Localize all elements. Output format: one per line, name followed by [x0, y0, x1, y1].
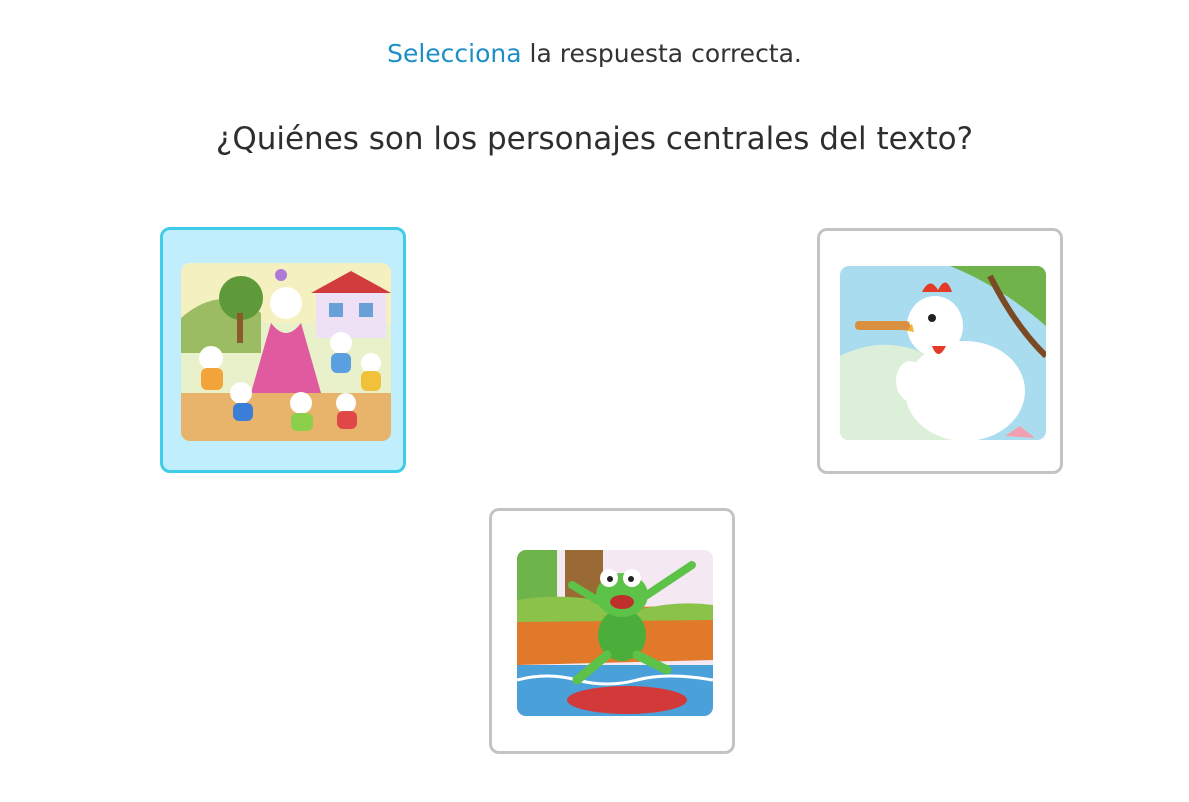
goats-illustration: [181, 263, 391, 441]
hen-illustration: [840, 266, 1046, 440]
question-title: ¿Quiénes son los personajes centrales de…: [215, 121, 974, 157]
answer-option-frog[interactable]: [489, 508, 735, 754]
frog-illustration: [517, 550, 713, 716]
instruction-text: Selecciona la respuesta correcta.: [0, 38, 1189, 70]
instruction-highlight: Selecciona: [387, 39, 522, 68]
instruction-rest: la respuesta correcta.: [521, 39, 802, 68]
answer-option-hen[interactable]: [817, 228, 1063, 474]
answer-option-goats[interactable]: [160, 227, 406, 473]
